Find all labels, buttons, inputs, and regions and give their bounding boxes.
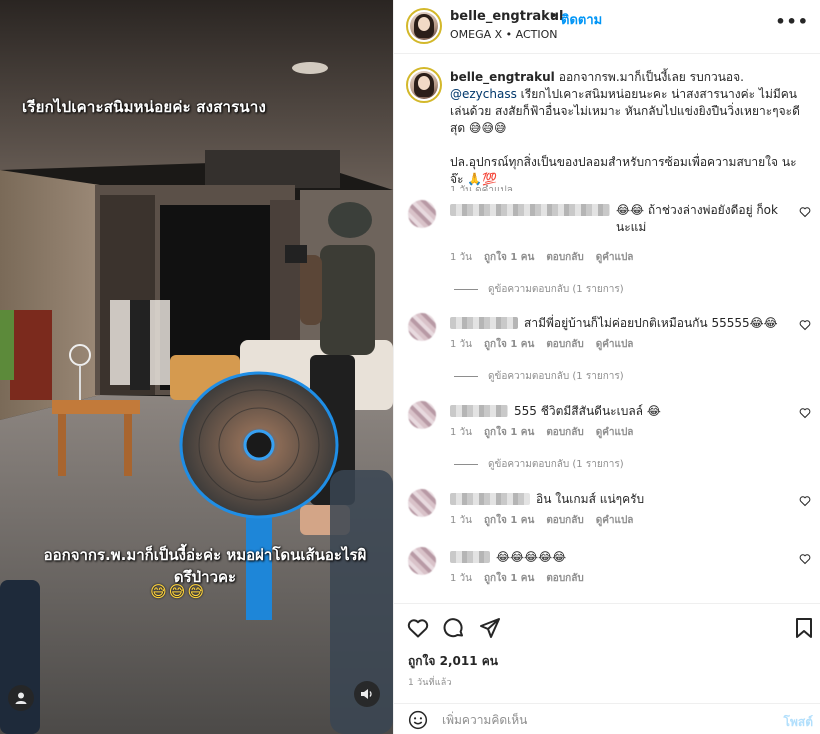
commenter-username-redacted[interactable] bbox=[450, 551, 490, 563]
reply-button[interactable]: ตอบกลับ bbox=[546, 515, 583, 526]
post-timestamp[interactable]: 1 วันที่แล้ว bbox=[408, 675, 452, 689]
heart-icon[interactable] bbox=[799, 407, 811, 419]
more-icon[interactable]: ••• bbox=[775, 12, 809, 31]
emoji-icon[interactable] bbox=[408, 710, 428, 730]
view-replies-label: ดูข้อความตอบกลับ (1 รายการ) bbox=[488, 284, 624, 295]
comment-likes[interactable]: ถูกใจ 1 คน bbox=[484, 515, 534, 526]
bookmark-icon[interactable] bbox=[792, 616, 816, 640]
comment-time[interactable]: 1 วัน bbox=[450, 515, 472, 526]
share-icon[interactable] bbox=[478, 616, 502, 640]
comment-likes[interactable]: ถูกใจ 1 คน bbox=[484, 252, 534, 263]
video-subtitle-top: เรียกไปเคาะสนิมหน่อยค่ะ สงสารนาง bbox=[22, 98, 267, 116]
commenter-avatar[interactable] bbox=[408, 200, 436, 228]
view-replies-label: ดูข้อความตอบกลับ (1 รายการ) bbox=[488, 459, 624, 470]
commenter-username-redacted[interactable] bbox=[450, 317, 518, 329]
reply-button[interactable]: ตอบกลับ bbox=[546, 573, 583, 584]
follow-button[interactable]: ติดตาม bbox=[561, 9, 602, 30]
comment-text: สามีพี่อยู่บ้านก็ไม่ค่อยปกติเหมือนกัน 55… bbox=[524, 316, 778, 330]
heart-icon[interactable] bbox=[799, 553, 811, 565]
translate-button[interactable]: ดูคำแปล bbox=[596, 252, 634, 263]
view-replies-button[interactable]: ดูข้อความตอบกลับ (1 รายการ) bbox=[454, 282, 624, 297]
caption-avatar[interactable] bbox=[406, 67, 442, 103]
comments-scroll-area[interactable]: belle_engtrakul ออกจากรพ.มาก็เป็นงี้เลย ร… bbox=[394, 55, 820, 600]
commenter-username-redacted[interactable] bbox=[450, 493, 530, 505]
replies-divider bbox=[454, 375, 478, 377]
comment-meta: 1 วัน ถูกใจ 1 คน ตอบกลับ ดูคำแปล bbox=[450, 250, 645, 265]
comment-likes[interactable]: ถูกใจ 1 คน bbox=[484, 573, 534, 584]
caption-meta: 1 วัน ดูคำแปล bbox=[450, 185, 513, 191]
reply-button[interactable]: ตอบกลับ bbox=[546, 427, 583, 438]
volume-icon bbox=[361, 689, 372, 699]
comment-meta: 1 วัน ถูกใจ 1 คน ตอบกลับ ดูคำแปล bbox=[450, 337, 645, 352]
reply-button[interactable]: ตอบกลับ bbox=[546, 252, 583, 263]
comment-time[interactable]: 1 วัน bbox=[450, 252, 472, 263]
comment-time[interactable]: 1 วัน bbox=[450, 339, 472, 350]
translate-button[interactable]: ดูคำแปล bbox=[596, 515, 634, 526]
comment-icon[interactable] bbox=[442, 616, 466, 640]
comment-text: 😂😂 ถ้าช่วงล่างพ่อยังดีอยู่ ก็ok นะแม่ bbox=[616, 203, 778, 234]
heart-icon[interactable] bbox=[799, 206, 811, 218]
post-header: belle_engtrakul • ติดตาม OMEGA X • ACTIO… bbox=[394, 0, 820, 54]
comment-text: 😂😂😂😂😂 bbox=[496, 550, 567, 564]
user-icon bbox=[15, 692, 27, 704]
mute-button[interactable] bbox=[354, 681, 380, 707]
replies-divider bbox=[454, 288, 478, 290]
commenter-username-redacted[interactable] bbox=[450, 204, 610, 216]
comment-input[interactable] bbox=[442, 710, 742, 730]
comment-text: 555 ชีวิตมีสีสันดีนะเบลล์ 😂 bbox=[514, 404, 661, 418]
view-replies-button[interactable]: ดูข้อความตอบกลับ (1 รายการ) bbox=[454, 369, 624, 384]
caption-mention[interactable]: @ezychass bbox=[450, 87, 517, 101]
comment-time[interactable]: 1 วัน bbox=[450, 573, 472, 584]
translate-button[interactable]: ดูคำแปล bbox=[596, 427, 634, 438]
commenter-avatar[interactable] bbox=[408, 489, 436, 517]
add-comment-bar: โพสต์ bbox=[394, 703, 820, 734]
heart-icon[interactable] bbox=[799, 319, 811, 331]
caption-text: belle_engtrakul ออกจากรพ.มาก็เป็นงี้เลย ร… bbox=[450, 69, 800, 188]
heart-icon[interactable] bbox=[799, 495, 811, 507]
reply-button[interactable]: ตอบกลับ bbox=[546, 339, 583, 350]
comment-time[interactable]: 1 วัน bbox=[450, 427, 472, 438]
header-separator: • bbox=[550, 9, 558, 24]
comment-text: อิน ในเกมส์ แน่ๆครับ bbox=[536, 492, 645, 506]
audio-track-label[interactable]: OMEGA X • ACTION bbox=[450, 28, 558, 41]
view-replies-label: ดูข้อความตอบกลับ (1 รายการ) bbox=[488, 371, 624, 382]
view-replies-button[interactable]: ดูข้อความตอบกลับ (1 รายการ) bbox=[454, 457, 624, 472]
comment-meta: 1 วัน ถูกใจ 1 คน ตอบกลับ bbox=[450, 571, 596, 586]
comment-meta: 1 วัน ถูกใจ 1 คน ตอบกลับ ดูคำแปล bbox=[450, 425, 645, 440]
video-player[interactable]: เรียกไปเคาะสนิมหน่อยค่ะ สงสารนาง ออกจากร… bbox=[0, 0, 393, 734]
post-actions: ถูกใจ 2,011 คน 1 วันที่แล้ว bbox=[394, 603, 820, 703]
replies-divider bbox=[454, 463, 478, 465]
commenter-avatar[interactable] bbox=[408, 313, 436, 341]
post-comment-button[interactable]: โพสต์ bbox=[784, 713, 813, 732]
caption-username[interactable]: belle_engtrakul bbox=[450, 70, 555, 84]
comment-meta: 1 วัน ถูกใจ 1 คน ตอบกลับ ดูคำแปล bbox=[450, 513, 645, 528]
caption-line-1: ออกจากรพ.มาก็เป็นงี้เลย รบกวนอจ. bbox=[558, 70, 744, 84]
comment-likes[interactable]: ถูกใจ 1 คน bbox=[484, 339, 534, 350]
post-panel: belle_engtrakul • ติดตาม OMEGA X • ACTIO… bbox=[393, 0, 820, 734]
video-subtitle-emoji: 😅😅😅 bbox=[150, 582, 207, 601]
translate-button[interactable]: ดูคำแปล bbox=[596, 339, 634, 350]
tagged-users-button[interactable] bbox=[8, 685, 34, 711]
like-count[interactable]: ถูกใจ 2,011 คน bbox=[408, 652, 498, 671]
commenter-avatar[interactable] bbox=[408, 401, 436, 429]
author-avatar[interactable] bbox=[406, 8, 442, 44]
commenter-avatar[interactable] bbox=[408, 547, 436, 575]
commenter-username-redacted[interactable] bbox=[450, 405, 508, 417]
caption-line-3: ปล.อุปกรณ์ทุกสิ่งเป็นของปลอมสำหรับการซ้อ… bbox=[450, 155, 797, 186]
heart-icon[interactable] bbox=[406, 616, 430, 640]
author-username[interactable]: belle_engtrakul bbox=[450, 9, 563, 24]
comment-likes[interactable]: ถูกใจ 1 คน bbox=[484, 427, 534, 438]
